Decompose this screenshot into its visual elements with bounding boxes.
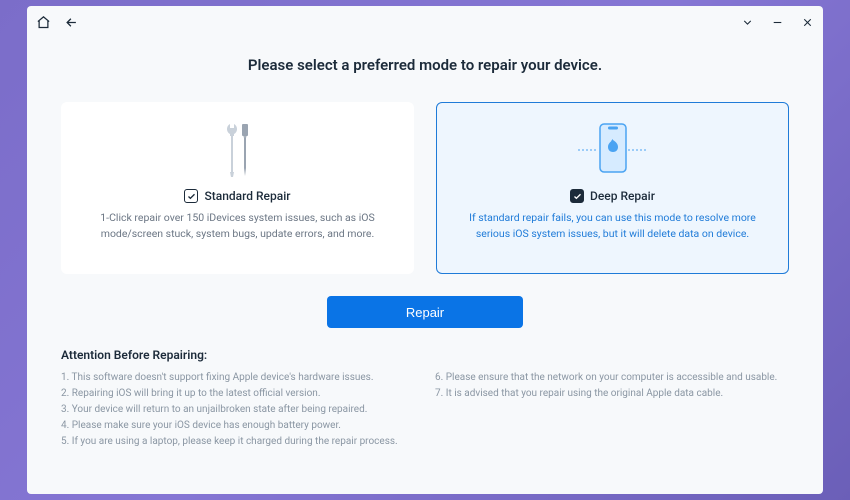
titlebar bbox=[27, 6, 823, 38]
card-description: If standard repair fails, you can use th… bbox=[457, 210, 768, 242]
attention-item: 4. Please make sure your iOS device has … bbox=[61, 418, 415, 434]
tools-icon bbox=[218, 121, 258, 179]
attention-item: 6. Please ensure that the network on you… bbox=[435, 370, 789, 386]
card-title: Standard Repair bbox=[204, 189, 290, 203]
chevron-down-icon[interactable] bbox=[739, 14, 755, 30]
card-description: 1-Click repair over 150 iDevices system … bbox=[82, 210, 393, 242]
titlebar-right bbox=[739, 14, 815, 30]
mode-cards: Standard Repair 1-Click repair over 150 … bbox=[27, 102, 823, 274]
deep-repair-card[interactable]: Deep Repair If standard repair fails, yo… bbox=[436, 102, 789, 274]
attention-section: Attention Before Repairing: 1. This soft… bbox=[27, 328, 823, 450]
attention-item: 3. Your device will return to an unjailb… bbox=[61, 402, 415, 418]
home-icon[interactable] bbox=[35, 14, 51, 30]
card-title-row: Deep Repair bbox=[570, 189, 655, 203]
standard-repair-card[interactable]: Standard Repair 1-Click repair over 150 … bbox=[61, 102, 414, 274]
attention-item: 7. It is advised that you repair using t… bbox=[435, 386, 789, 402]
attention-columns: 1. This software doesn't support fixing … bbox=[61, 370, 789, 450]
checkbox-unchecked-icon[interactable] bbox=[184, 189, 198, 203]
repair-button[interactable]: Repair bbox=[327, 296, 523, 328]
back-icon[interactable] bbox=[63, 14, 79, 30]
card-title-row: Standard Repair bbox=[184, 189, 290, 203]
attention-col-left: 1. This software doesn't support fixing … bbox=[61, 370, 415, 450]
attention-item: 2. Repairing iOS will bring it up to the… bbox=[61, 386, 415, 402]
attention-title: Attention Before Repairing: bbox=[61, 348, 789, 362]
minimize-icon[interactable] bbox=[769, 14, 785, 30]
titlebar-left bbox=[35, 14, 79, 30]
checkbox-checked-icon[interactable] bbox=[570, 189, 584, 203]
attention-item: 1. This software doesn't support fixing … bbox=[61, 370, 415, 386]
phone-icon bbox=[578, 121, 648, 179]
repair-button-row: Repair bbox=[27, 296, 823, 328]
attention-item: 5. If you are using a laptop, please kee… bbox=[61, 434, 415, 450]
attention-col-right: 6. Please ensure that the network on you… bbox=[435, 370, 789, 450]
app-window: Please select a preferred mode to repair… bbox=[27, 6, 823, 494]
card-title: Deep Repair bbox=[590, 189, 655, 203]
page-heading: Please select a preferred mode to repair… bbox=[27, 56, 823, 74]
close-icon[interactable] bbox=[799, 14, 815, 30]
